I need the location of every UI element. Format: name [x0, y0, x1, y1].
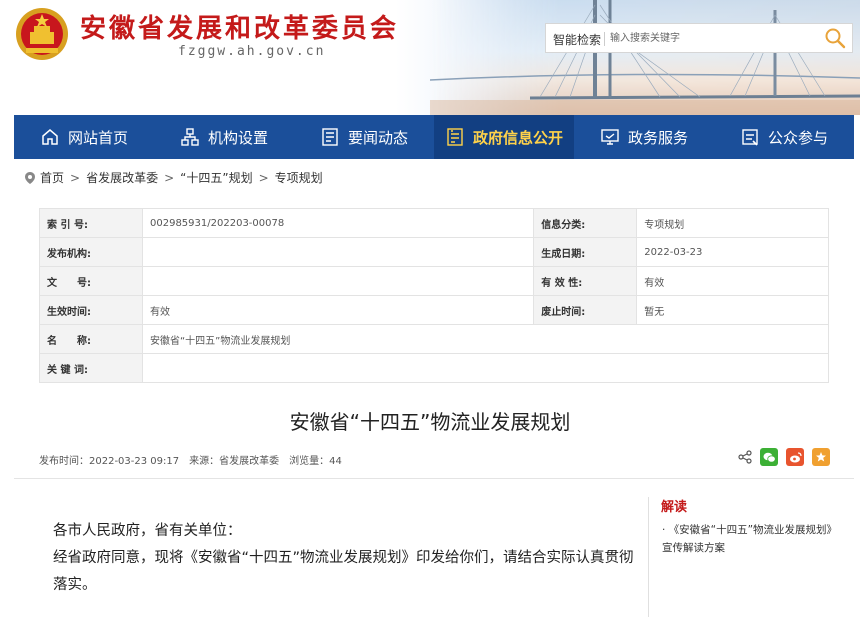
- smart-search-label[interactable]: 智能检索: [553, 31, 601, 48]
- breadcrumb: 首页 > 省发展改革委 > “十四五”规划 > 专项规划: [24, 169, 323, 186]
- keywords-value: [142, 353, 829, 383]
- effective-time-label: 生效时间:: [39, 295, 143, 325]
- nav-item-label: 政务服务: [627, 128, 688, 147]
- org-chart-icon: [181, 128, 199, 146]
- nav-item-participation[interactable]: 公众参与: [714, 115, 854, 159]
- search-input[interactable]: [610, 28, 810, 48]
- nav-item-info-disclosure[interactable]: 政府信息公开: [434, 115, 574, 159]
- participation-icon: [742, 129, 758, 146]
- validity-value: 有效: [636, 266, 829, 296]
- search-box: 智能检索: [545, 23, 853, 53]
- view-count: 浏览量：44: [289, 456, 342, 467]
- article-title: 安徽省“十四五”物流业发展规划: [289, 410, 571, 434]
- weibo-icon: [789, 451, 802, 462]
- nav-item-label: 机构设置: [207, 128, 268, 147]
- doc-name-label: 名 称:: [39, 324, 143, 354]
- effective-time-value: 有效: [141, 295, 535, 325]
- breadcrumb-home[interactable]: 首页: [40, 169, 64, 186]
- national-emblem-icon: [16, 8, 68, 60]
- doc-number-value: [141, 266, 535, 296]
- breadcrumb-14th-plan[interactable]: “十四五”规划: [180, 169, 252, 186]
- doc-name-value: 安徽省“十四五”物流业发展规划: [142, 324, 829, 354]
- publisher-label: 发布机构:: [39, 237, 143, 267]
- wechat-share-icon[interactable]: [760, 448, 778, 466]
- share-icon[interactable]: [738, 450, 752, 464]
- weibo-share-icon[interactable]: [786, 448, 804, 466]
- table-row: 文 号: 有 效 性: 有效: [39, 266, 829, 296]
- search-icon[interactable]: [824, 27, 846, 49]
- publisher-value: [141, 237, 535, 267]
- breadcrumb-separator: >: [70, 170, 81, 185]
- nav-item-label: 要闻动态: [347, 128, 408, 147]
- wechat-icon: [763, 452, 776, 463]
- site-domain: fzggw.ah.gov.cn: [178, 44, 326, 59]
- table-row: 名 称: 安徽省“十四五”物流业发展规划: [39, 324, 829, 354]
- keywords-label: 关 键 词:: [39, 353, 143, 383]
- bridge-banner-image: [430, 0, 860, 115]
- article-source: 来源：省发展改革委: [189, 456, 280, 467]
- article-paragraph: 各市人民政府，省有关单位：: [53, 523, 242, 539]
- location-pin-icon: [25, 171, 35, 184]
- table-row: 发布机构: 生成日期: 2022-03-23: [39, 237, 829, 267]
- home-icon: [42, 129, 58, 145]
- table-row: 生效时间: 有效 废止时间: 暂无: [39, 295, 829, 325]
- breadcrumb-separator: >: [164, 170, 175, 185]
- nav-item-news[interactable]: 要闻动态: [294, 115, 434, 159]
- expire-time-label: 废止时间:: [533, 295, 638, 325]
- interpretation-title: 解读: [661, 500, 688, 515]
- favorite-star-icon[interactable]: [812, 448, 830, 466]
- nav-item-label: 公众参与: [767, 128, 828, 147]
- index-value: 002985931/202203-00078: [141, 208, 535, 238]
- category-label: 信息分类:: [533, 208, 638, 238]
- sidebar-divider: [648, 497, 649, 617]
- breadcrumb-special-plan[interactable]: 专项规划: [275, 169, 323, 186]
- nav-item-organization[interactable]: 机构设置: [154, 115, 294, 159]
- breadcrumb-ndrc[interactable]: 省发展改革委: [86, 169, 158, 186]
- nav-item-label: 网站首页: [67, 128, 128, 147]
- article-paragraph: 经省政府同意，现将《安徽省“十四五”物流业发展规划》印发给你们，请结合实际认真贯…: [53, 550, 634, 593]
- site-header: 安徽省发展和改革委员会 fzggw.ah.gov.cn 智能检索: [0, 0, 860, 115]
- table-row: 关 键 词:: [39, 353, 829, 383]
- doc-number-label: 文 号:: [39, 266, 143, 296]
- nav-item-label: 政府信息公开: [472, 128, 563, 147]
- nav-item-services[interactable]: 政务服务: [574, 115, 714, 159]
- interpretation-link[interactable]: · 《安徽省“十四五”物流业发展规划》宣传解读方案: [662, 521, 842, 557]
- index-label: 索 引 号:: [39, 208, 143, 238]
- category-value: 专项规划: [636, 208, 829, 238]
- nav-item-home[interactable]: 网站首页: [14, 115, 154, 159]
- article-body: 各市人民政府，省有关单位： 经省政府同意，现将《安徽省“十四五”物流业发展规划》…: [53, 518, 638, 599]
- site-title[interactable]: 安徽省发展和改革委员会: [80, 8, 399, 45]
- main-nav: 网站首页 机构设置 要闻动态 政府信息公开 政务服务 公众参与: [14, 115, 854, 159]
- expire-time-value: 暂无: [636, 295, 829, 325]
- validity-label: 有 效 性:: [533, 266, 638, 296]
- breadcrumb-separator: >: [258, 170, 269, 185]
- star-icon: [816, 452, 826, 462]
- document-info-table: 索 引 号: 002985931/202203-00078 信息分类: 专项规划…: [39, 208, 829, 383]
- content-divider: [14, 478, 854, 479]
- created-date-label: 生成日期:: [533, 237, 638, 267]
- service-icon: [601, 129, 619, 145]
- search-divider: [604, 32, 605, 46]
- table-row: 索 引 号: 002985931/202203-00078 信息分类: 专项规划: [39, 208, 829, 238]
- publish-time: 发布时间：2022-03-23 09:17: [39, 456, 180, 467]
- share-bar: [738, 448, 830, 466]
- info-disclosure-icon: [447, 128, 463, 146]
- news-icon: [322, 128, 338, 146]
- article-meta: 发布时间：2022-03-23 09:17 来源：省发展改革委 浏览量：44: [39, 452, 342, 467]
- created-date-value: 2022-03-23: [636, 237, 829, 267]
